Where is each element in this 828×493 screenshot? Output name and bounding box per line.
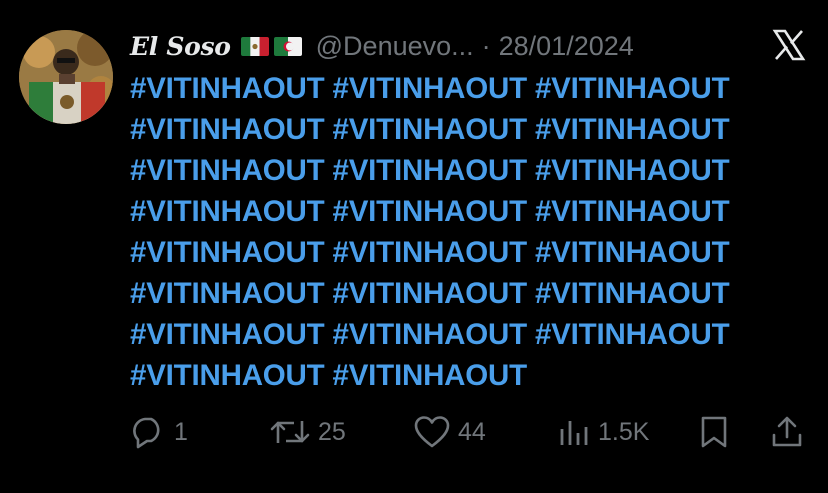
hashtag-link[interactable]: #VITINHAOUT [332, 154, 527, 187]
hashtag-link[interactable]: #VITINHAOUT [130, 277, 325, 310]
flag-emojis [240, 36, 302, 56]
reply-button[interactable]: 1 [130, 412, 188, 452]
like-count: 44 [458, 417, 486, 446]
x-logo-icon[interactable] [772, 28, 806, 62]
hashtag-link[interactable]: #VITINHAOUT [332, 72, 527, 105]
retweet-button[interactable]: 25 [270, 412, 346, 452]
hashtag-link[interactable]: #VITINHAOUT [535, 195, 730, 228]
retweet-icon [270, 415, 310, 449]
hashtag-link[interactable]: #VITINHAOUT [535, 72, 730, 105]
hashtag-link[interactable]: #VITINHAOUT [535, 318, 730, 351]
hashtag-link[interactable]: #VITINHAOUT [130, 195, 325, 228]
share-icon [770, 415, 804, 449]
hashtag-link[interactable]: #VITINHAOUT [130, 72, 325, 105]
avatar[interactable] [19, 30, 113, 124]
user-handle[interactable]: @Denuevo... [316, 31, 474, 62]
views-button[interactable]: 1.5K [558, 412, 649, 452]
hashtag-link[interactable]: #VITINHAOUT [130, 359, 325, 392]
tweet-date[interactable]: 28/01/2024 [499, 31, 634, 62]
hashtag-link[interactable]: #VITINHAOUT [535, 154, 730, 187]
algeria-flag-icon [273, 36, 302, 56]
hashtag-link[interactable]: #VITINHAOUT [130, 154, 325, 187]
display-name[interactable]: El Soso [130, 32, 231, 61]
tweet-card[interactable]: El Soso @Denuevo... · 28/01/2024 #VITINH… [0, 0, 828, 493]
hashtag-link[interactable]: #VITINHAOUT [332, 236, 527, 269]
separator-dot: · [481, 30, 491, 61]
hashtag-link[interactable]: #VITINHAOUT [332, 318, 527, 351]
retweet-count: 25 [318, 417, 346, 446]
heart-icon [414, 415, 450, 449]
hashtag-link[interactable]: #VITINHAOUT [332, 359, 527, 392]
like-button[interactable]: 44 [414, 412, 486, 452]
hashtag-link[interactable]: #VITINHAOUT [130, 236, 325, 269]
hashtag-link[interactable]: #VITINHAOUT [535, 113, 730, 146]
tweet-header: El Soso @Denuevo... · 28/01/2024 [130, 26, 634, 66]
reply-icon [130, 415, 166, 449]
hashtag-link[interactable]: #VITINHAOUT [535, 236, 730, 269]
bookmark-icon [698, 415, 730, 449]
hashtag-link[interactable]: #VITINHAOUT [535, 277, 730, 310]
reply-count: 1 [174, 417, 188, 446]
hashtag-link[interactable]: #VITINHAOUT [130, 113, 325, 146]
hashtag-link[interactable]: #VITINHAOUT [332, 113, 527, 146]
hashtag-link[interactable]: #VITINHAOUT [130, 318, 325, 351]
action-bar: 1 25 44 1.5K [130, 412, 810, 452]
share-button[interactable] [770, 412, 804, 452]
hashtag-link[interactable]: #VITINHAOUT [332, 195, 527, 228]
bookmark-button[interactable] [698, 412, 730, 452]
mexico-flag-icon [240, 36, 269, 56]
views-count: 1.5K [598, 417, 650, 446]
hashtag-link[interactable]: #VITINHAOUT [332, 277, 527, 310]
tweet-text: #VITINHAOUT #VITINHAOUT #VITINHAOUT #VIT… [130, 68, 820, 396]
views-icon [558, 415, 590, 449]
